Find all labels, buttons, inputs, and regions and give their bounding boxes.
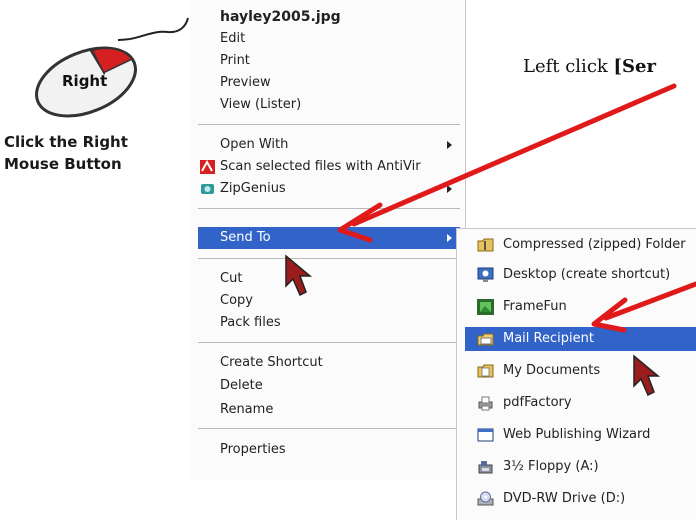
instruction-emphasis: [Ser <box>613 56 656 77</box>
menu-item-cut[interactable]: Cut <box>198 268 460 290</box>
submenu-item-pdffactory[interactable]: pdfFactory <box>465 391 696 415</box>
menu-item-edit[interactable]: Edit <box>198 28 460 50</box>
menu-item-print[interactable]: Print <box>198 50 460 72</box>
menu-separator <box>198 258 460 259</box>
dvd-drive-icon <box>477 491 494 506</box>
menu-item-view-lister[interactable]: View (Lister) <box>198 94 460 116</box>
submenu-item-framefun[interactable]: FrameFun <box>465 295 696 319</box>
submenu-item-web-publishing[interactable]: Web Publishing Wizard <box>465 423 696 447</box>
menu-item-delete[interactable]: Delete <box>198 375 460 397</box>
floppy-icon <box>478 461 493 474</box>
zipgenius-icon <box>201 184 214 194</box>
context-menu: hayley2005.jpg Edit Print Preview View (… <box>190 0 466 480</box>
submenu-item-compressed-folder[interactable]: Compressed (zipped) Folder <box>465 233 696 257</box>
submenu-arrow-icon <box>447 234 452 242</box>
zip-folder-icon <box>477 238 494 252</box>
menu-item-file-title[interactable]: hayley2005.jpg <box>198 6 460 28</box>
instruction-text: Left click [Ser <box>523 56 656 77</box>
printer-icon <box>478 396 493 411</box>
menu-item-send-to[interactable]: Send To <box>198 227 460 249</box>
menu-separator <box>198 428 460 429</box>
mouse-caption-line2: Mouse Button <box>4 155 122 173</box>
mail-recipient-icon <box>477 333 494 346</box>
menu-item-copy[interactable]: Copy <box>198 290 460 312</box>
submenu-arrow-icon <box>447 141 452 149</box>
web-publishing-icon <box>477 428 494 442</box>
menu-item-pack-files[interactable]: Pack files <box>198 312 460 334</box>
menu-item-properties[interactable]: Properties <box>198 439 460 461</box>
framefun-icon <box>477 299 494 315</box>
desktop-icon <box>477 267 494 282</box>
submenu-item-floppy[interactable]: 3½ Floppy (A:) <box>465 455 696 479</box>
my-documents-icon <box>477 364 494 378</box>
submenu-item-desktop[interactable]: Desktop (create shortcut) <box>465 263 696 287</box>
submenu-item-my-documents[interactable]: My Documents <box>465 359 696 383</box>
mouse-caption-line1: Click the Right <box>4 133 128 151</box>
submenu-arrow-icon <box>447 185 452 193</box>
menu-separator <box>198 342 460 343</box>
menu-item-zipgenius[interactable]: ZipGenius <box>198 178 460 200</box>
menu-item-rename[interactable]: Rename <box>198 399 460 421</box>
menu-item-create-shortcut[interactable]: Create Shortcut <box>198 352 460 374</box>
menu-item-preview[interactable]: Preview <box>198 72 460 94</box>
menu-item-open-with[interactable]: Open With <box>198 134 460 156</box>
mouse-right-label: Right <box>62 72 107 90</box>
menu-item-scan-antivir[interactable]: Scan selected files with AntiVir <box>198 156 460 178</box>
antivir-icon <box>200 160 215 174</box>
submenu-item-mail-recipient[interactable]: Mail Recipient <box>465 327 696 351</box>
send-to-submenu: Compressed (zipped) Folder Desktop (crea… <box>456 228 696 520</box>
mouse-cable <box>117 17 189 41</box>
menu-separator <box>198 208 460 209</box>
menu-separator <box>198 124 460 125</box>
submenu-item-dvd-drive[interactable]: DVD-RW Drive (D:) <box>465 487 696 511</box>
